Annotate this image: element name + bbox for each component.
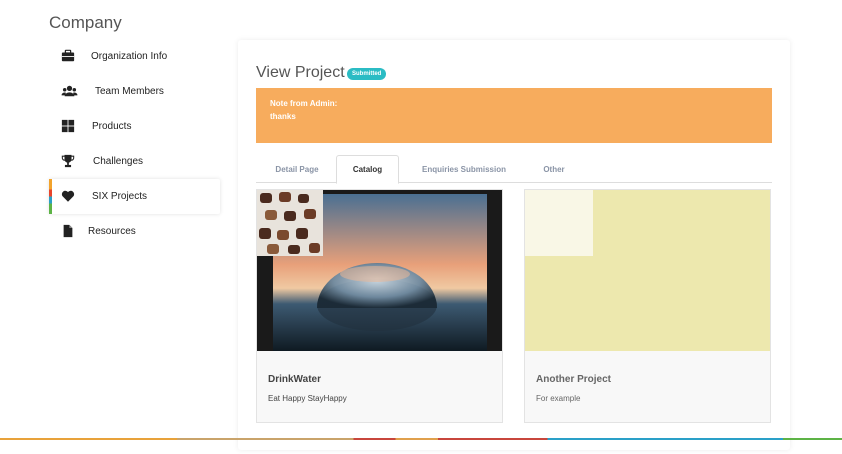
project-tile-drinkwater[interactable]: DrinkWater Eat Happy StayHappy [256,189,503,423]
project-description: For example [536,394,581,403]
briefcase-icon [61,49,75,62]
project-name[interactable]: DrinkWater [268,374,321,385]
sidebar-item-organization-info[interactable]: Organization Info [49,39,220,74]
sidebar-item-label: Challenges [93,156,144,167]
tab-enquiries-submission[interactable]: Enquiries Submission [406,155,522,183]
project-image [257,190,502,351]
tab-bar: Detail Page Catalog Enquiries Submission… [256,155,772,184]
admin-note: Note from Admin: thanks [256,88,772,143]
footer-color-bar [0,438,842,440]
sidebar-item-six-projects[interactable]: SIX Projects [49,179,220,214]
file-icon [63,224,73,238]
admin-note-heading: Note from Admin: [270,99,338,108]
sidebar-item-team-members[interactable]: Team Members [49,74,220,109]
sidebar: Organization Info Team Members Products [49,39,220,249]
tab-detail-page[interactable]: Detail Page [262,155,332,183]
users-icon [61,85,78,97]
company-title: Company [49,13,122,32]
project-tile-another-project[interactable]: Another Project For example [524,189,771,423]
active-indicator [49,179,52,214]
sidebar-item-label: Team Members [95,86,164,97]
page-title: View Project [256,64,345,81]
sidebar-item-label: Products [92,121,132,132]
admin-note-text: thanks [270,112,296,121]
status-badge: Submitted [347,68,387,80]
project-name[interactable]: Another Project [536,374,611,385]
sidebar-item-resources[interactable]: Resources [49,214,220,249]
sidebar-item-label: Organization Info [91,51,168,62]
placeholder-inset [525,190,593,256]
heart-icon [61,190,75,202]
sidebar-item-label: SIX Projects [92,191,148,202]
grid-icon [61,119,75,133]
tab-catalog[interactable]: Catalog [336,155,399,184]
project-image-placeholder [525,190,770,351]
sidebar-item-products[interactable]: Products [49,109,220,144]
project-card: View Project Submitted Note from Admin: … [238,40,790,450]
sidebar-item-label: Resources [88,226,136,237]
trophy-icon [61,154,75,168]
project-description: Eat Happy StayHappy [268,394,347,403]
sidebar-item-challenges[interactable]: Challenges [49,144,220,179]
tab-other[interactable]: Other [530,155,578,183]
